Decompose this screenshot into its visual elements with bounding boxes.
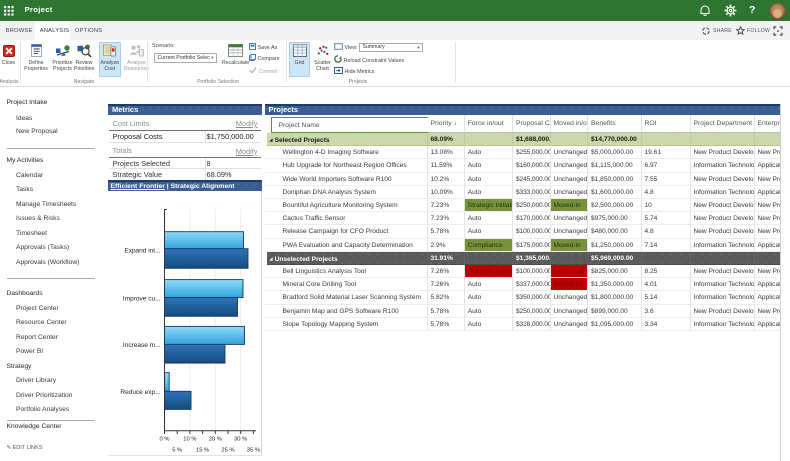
svg-text:15 %: 15 % xyxy=(195,448,208,454)
svg-text:5 %: 5 % xyxy=(172,448,182,454)
svg-text:10 %: 10 % xyxy=(183,437,196,443)
svg-text:30 %: 30 % xyxy=(234,437,247,443)
svg-text:35 %: 35 % xyxy=(246,448,259,454)
svg-text:Expand int...: Expand int... xyxy=(124,248,160,255)
svg-text:Improve cu...: Improve cu... xyxy=(122,296,160,303)
svg-text:0 %: 0 % xyxy=(159,437,169,443)
svg-text:Increase m...: Increase m... xyxy=(122,342,160,349)
svg-text:20 %: 20 % xyxy=(208,437,221,443)
svg-text:25 %: 25 % xyxy=(221,448,234,454)
svg-text:Reduce exp...: Reduce exp... xyxy=(120,389,160,396)
